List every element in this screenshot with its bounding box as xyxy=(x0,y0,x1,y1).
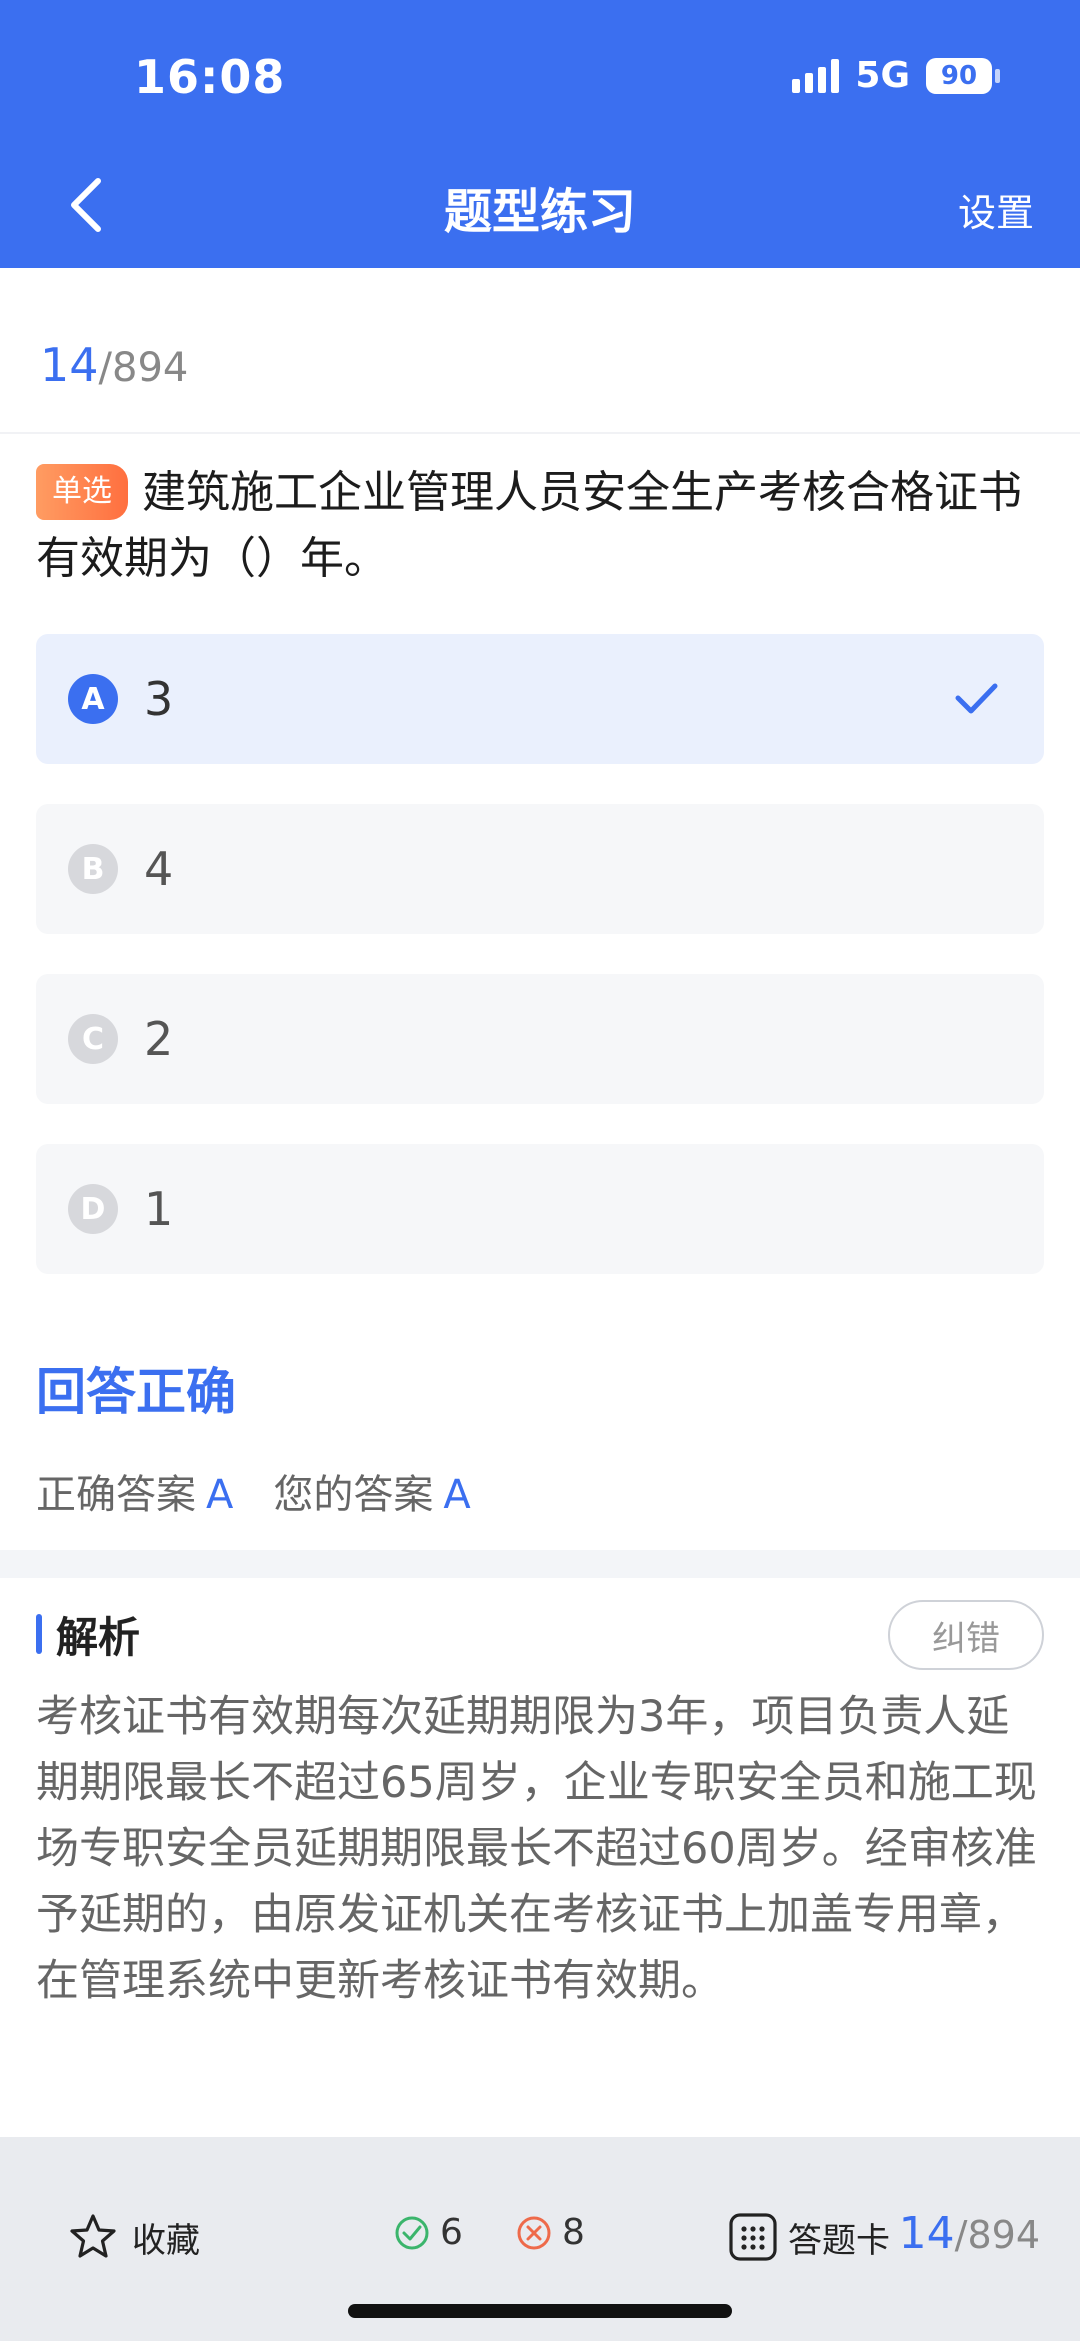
report-error-button[interactable]: 纠错 xyxy=(888,1600,1044,1670)
status-time: 16:08 xyxy=(134,50,286,104)
correct-answer-value: A xyxy=(206,1472,234,1518)
option-text: 4 xyxy=(144,842,174,896)
star-icon xyxy=(70,2214,116,2258)
question: 单选 建筑施工企业管理人员安全生产考核合格证书有效期为（）年。 xyxy=(36,460,1046,592)
correct-circle-icon xyxy=(395,2216,429,2249)
option-text: 1 xyxy=(144,1182,174,1236)
home-indicator xyxy=(348,2304,732,2318)
answer-card-label: 答题卡 xyxy=(788,2220,890,2261)
answer-summary: 正确答案 A 您的答案 A xyxy=(36,1462,511,1520)
option-text: 2 xyxy=(144,1012,174,1066)
question-text: 建筑施工企业管理人员安全生产考核合格证书有效期为（）年。 xyxy=(36,467,1022,584)
question-type-tag: 单选 xyxy=(36,464,128,520)
page-title: 题型练习 xyxy=(443,184,636,240)
option-a[interactable]: A 3 xyxy=(36,634,1044,764)
header: 16:08 5G 90 题型练习 设置 xyxy=(0,0,1080,268)
correct-count-value: 6 xyxy=(440,2212,463,2253)
question-progress: 14/894 xyxy=(40,338,188,392)
explanation-text: 考核证书有效期每次延期期限为3年，项目负责人延期期限最长不超过65周岁，企业专职… xyxy=(36,1692,1037,2006)
divider xyxy=(0,432,1080,434)
answer-card-button[interactable]: 答题卡 xyxy=(728,2212,890,2262)
network-type: 5G xyxy=(855,55,910,96)
bottom-progress: 14/894 xyxy=(899,2208,1040,2259)
explanation-title: 解析 xyxy=(56,1613,141,1662)
progress-current: 14 xyxy=(40,338,99,392)
bottom-progress-total: /894 xyxy=(954,2213,1040,2257)
option-letter: A xyxy=(68,674,118,724)
option-d[interactable]: D 1 xyxy=(36,1144,1044,1274)
grid-icon xyxy=(729,2213,777,2261)
favorite-label: 收藏 xyxy=(132,2220,200,2261)
progress-total: /894 xyxy=(98,345,189,391)
option-letter: C xyxy=(68,1014,118,1064)
wrong-count-value: 8 xyxy=(562,2212,585,2253)
signal-icon xyxy=(792,58,840,93)
battery-icon: 90 xyxy=(926,57,1000,94)
correct-count: 6 xyxy=(394,2212,463,2253)
option-letter: B xyxy=(68,844,118,894)
option-text: 3 xyxy=(144,672,174,726)
correct-answer-label: 正确答案 xyxy=(36,1472,196,1518)
your-answer-value: A xyxy=(443,1472,471,1518)
your-answer-label: 您的答案 xyxy=(273,1472,434,1518)
check-icon xyxy=(955,683,998,714)
option-letter: D xyxy=(68,1184,118,1234)
wrong-count: 8 xyxy=(516,2212,585,2253)
status-indicators: 5G 90 xyxy=(792,55,1000,96)
section-marker xyxy=(36,1614,42,1654)
option-c[interactable]: C 2 xyxy=(36,974,1044,1104)
battery-level: 90 xyxy=(940,60,978,91)
option-b[interactable]: B 4 xyxy=(36,804,1044,934)
wrong-circle-icon xyxy=(517,2216,551,2249)
favorite-button[interactable]: 收藏 xyxy=(68,2212,200,2262)
result-title: 回答正确 xyxy=(36,1363,236,1421)
bottom-progress-current: 14 xyxy=(898,2208,955,2259)
settings-button[interactable]: 设置 xyxy=(958,182,1034,237)
section-separator xyxy=(0,1550,1080,1578)
